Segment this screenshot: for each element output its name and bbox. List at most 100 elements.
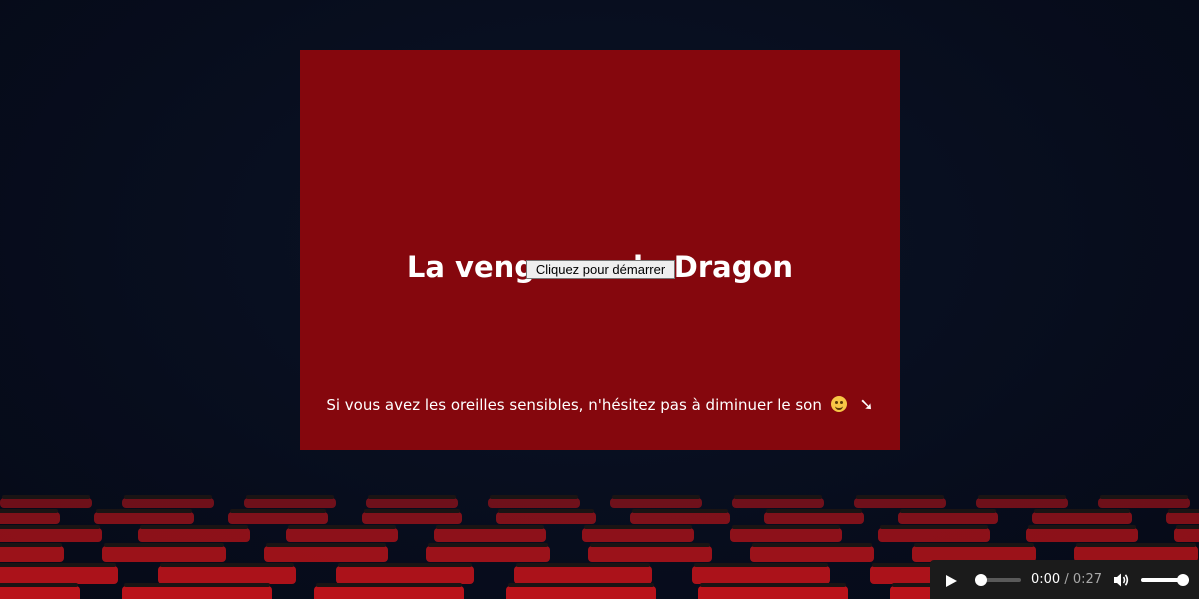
seat	[764, 512, 864, 524]
seat-top	[230, 509, 326, 513]
start-button[interactable]: Cliquez pour démarrer	[526, 260, 675, 279]
volume-slider[interactable]	[1141, 574, 1189, 586]
mute-button[interactable]	[1113, 572, 1131, 588]
seat-top	[612, 495, 700, 499]
time-display: 0:00 / 0:27	[1031, 572, 1102, 588]
seat-top	[584, 525, 692, 529]
seat	[588, 546, 712, 562]
sound-hint: Si vous avez les oreilles sensibles, n'h…	[300, 394, 900, 416]
movie-screen: La vengence du Dragon Cliquez pour démar…	[300, 50, 900, 450]
seat	[362, 512, 462, 524]
seat-top	[498, 509, 594, 513]
seat	[0, 546, 64, 562]
time-separator: /	[1064, 572, 1069, 587]
seat-top	[2, 495, 90, 499]
seat-top	[1176, 525, 1199, 529]
seat-top	[490, 495, 578, 499]
audio-player: 0:00 / 0:27	[930, 560, 1199, 599]
seat	[366, 498, 458, 508]
seat	[506, 586, 656, 599]
play-button[interactable]	[944, 573, 958, 587]
seat	[750, 546, 874, 562]
seat-top	[1076, 543, 1196, 547]
seat-top	[900, 509, 996, 513]
seat	[264, 546, 388, 562]
seat	[336, 566, 474, 584]
seat-top	[316, 583, 462, 587]
seat	[1032, 512, 1132, 524]
seat-top	[978, 495, 1066, 499]
seat-top	[632, 509, 728, 513]
seat	[0, 586, 80, 599]
seat-top	[104, 543, 224, 547]
seat-top	[700, 583, 846, 587]
seat-top	[516, 563, 650, 567]
seat-top	[364, 509, 460, 513]
seat	[514, 566, 652, 584]
seat-top	[508, 583, 654, 587]
seat-top	[732, 525, 840, 529]
seat-top	[0, 525, 100, 529]
seat-top	[734, 495, 822, 499]
volume-icon	[1114, 573, 1129, 587]
seat	[692, 566, 830, 584]
winking-face-icon	[830, 396, 847, 412]
seat	[730, 528, 842, 542]
seat-top	[246, 495, 334, 499]
seat-top	[140, 525, 248, 529]
seat	[0, 512, 60, 524]
seat	[94, 512, 194, 524]
seat	[122, 586, 272, 599]
seat	[244, 498, 336, 508]
seat	[496, 512, 596, 524]
seat	[158, 566, 296, 584]
seat	[898, 512, 998, 524]
current-time: 0:00	[1031, 572, 1061, 587]
seat-top	[428, 543, 548, 547]
seat-top	[1100, 495, 1188, 499]
seek-slider[interactable]	[975, 574, 1021, 586]
seat-top	[0, 583, 78, 587]
seat	[0, 498, 92, 508]
seat	[1026, 528, 1138, 542]
seat	[138, 528, 250, 542]
seek-thumb[interactable]	[975, 574, 987, 586]
seat-top	[338, 563, 472, 567]
seat	[878, 528, 990, 542]
seat	[1098, 498, 1190, 508]
seat	[582, 528, 694, 542]
seat	[976, 498, 1068, 508]
seat-top	[1034, 509, 1130, 513]
seat-top	[436, 525, 544, 529]
seat-top	[766, 509, 862, 513]
seat-top	[694, 563, 828, 567]
seat-top	[96, 509, 192, 513]
sound-hint-text: Si vous avez les oreilles sensibles, n'h…	[326, 396, 822, 414]
seat	[0, 566, 118, 584]
seat-top	[124, 495, 212, 499]
seat	[610, 498, 702, 508]
volume-thumb[interactable]	[1177, 574, 1189, 586]
seat	[732, 498, 824, 508]
seat-top	[266, 543, 386, 547]
seat	[286, 528, 398, 542]
seat-top	[752, 543, 872, 547]
page: La vengence du Dragon Cliquez pour démar…	[0, 0, 1199, 599]
seat-top	[288, 525, 396, 529]
play-icon	[946, 575, 957, 587]
duration: 0:27	[1072, 572, 1103, 587]
seat-top	[0, 543, 62, 547]
seat	[314, 586, 464, 599]
seat	[1174, 528, 1199, 542]
arrow-down-right-icon: ➘	[859, 395, 874, 415]
seat	[1166, 512, 1199, 524]
seat-top	[590, 543, 710, 547]
seat-top	[160, 563, 294, 567]
seat-top	[368, 495, 456, 499]
seat	[630, 512, 730, 524]
seat	[426, 546, 550, 562]
seat-top	[0, 563, 116, 567]
seat-top	[856, 495, 944, 499]
seat-top	[1028, 525, 1136, 529]
seat-top	[0, 509, 58, 513]
